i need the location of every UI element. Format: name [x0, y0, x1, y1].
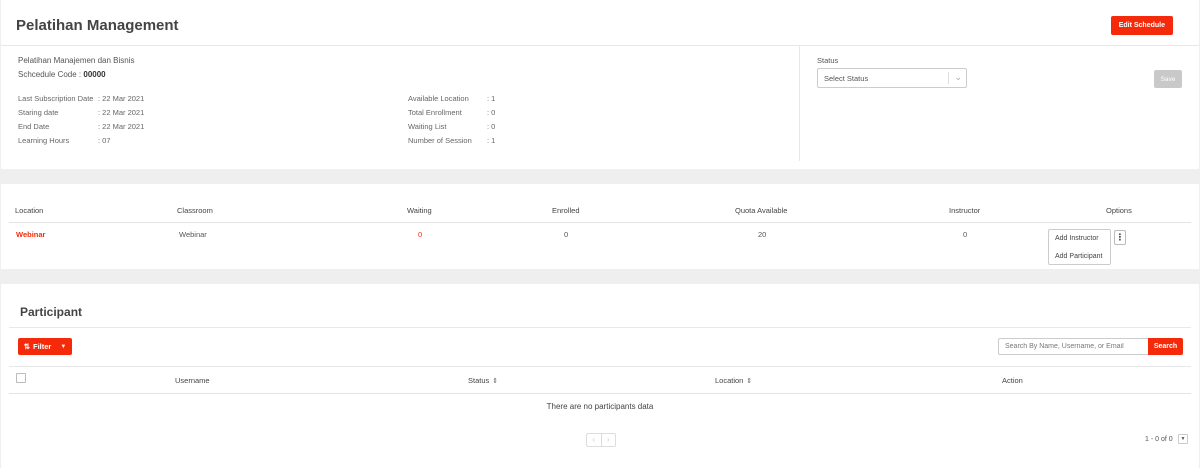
participant-card: Participant ⇅ Filter ▼ Search Username S…: [1, 284, 1199, 468]
schedule-code: Schcedule Code : 00000: [18, 70, 106, 79]
chevron-down-icon: ⌄: [954, 72, 962, 82]
info-value: : 22 Mar 2021: [98, 108, 145, 117]
schedule-code-value: 00000: [83, 70, 106, 79]
menu-item-add-instructor[interactable]: Add Instructor: [1055, 235, 1099, 242]
col-action: Action: [1002, 376, 1023, 385]
info-label: Learning Hours: [18, 136, 70, 145]
info-label: Available Location: [408, 94, 469, 103]
page-title: Pelatihan Management: [16, 17, 179, 34]
info-value: : 0: [487, 122, 496, 131]
schedule-detail-card: Pelatihan Management Edit Schedule Pelat…: [1, 0, 1199, 169]
select-all-checkbox[interactable]: [16, 373, 26, 383]
info-label: Staring date: [18, 108, 59, 117]
divider: [9, 222, 1191, 223]
instructor-value: 0: [963, 230, 968, 239]
info-label: Number of Session: [408, 136, 472, 145]
divider: [9, 327, 1191, 328]
info-label: Total Enrollment: [408, 108, 462, 117]
pagination: ‹ ›: [586, 433, 616, 447]
col-location-label: Location: [715, 376, 744, 385]
filter-icon: ⇅: [23, 342, 30, 351]
col-location: Location: [15, 206, 44, 215]
col-instructor: Instructor: [949, 206, 981, 215]
caret-down-icon: ▼: [60, 343, 67, 350]
filter-button-label: Filter: [33, 342, 52, 351]
waiting-count-link[interactable]: 0: [418, 230, 422, 239]
location-link[interactable]: Webinar: [16, 230, 45, 239]
search-button[interactable]: Search: [1148, 338, 1183, 355]
quota-value: 20: [758, 230, 767, 239]
info-value: : 07: [98, 136, 111, 145]
schedule-code-label: Schcedule Code :: [18, 70, 84, 79]
info-label: Last Subscription Date: [18, 94, 94, 103]
location-card: Location Classroom Waiting Enrolled Quot…: [1, 184, 1199, 269]
sort-icon: ⇕: [746, 378, 753, 385]
edit-schedule-button[interactable]: Edit Schedule: [1110, 16, 1173, 35]
info-label: End Date: [18, 122, 50, 131]
divider-vertical: [799, 45, 800, 161]
status-select-placeholder: Select Status: [824, 74, 869, 83]
course-name: Pelatihan Manajemen dan Bisnis: [18, 56, 135, 65]
col-username: Username: [175, 376, 210, 385]
info-value: : 22 Mar 2021: [98, 94, 145, 103]
status-label: Status: [817, 56, 839, 65]
status-select[interactable]: Select Status ⌄: [817, 68, 967, 88]
divider: [9, 366, 1191, 367]
chevron-left-icon[interactable]: ‹: [587, 434, 601, 446]
page-size-dropdown[interactable]: ▼: [1178, 434, 1188, 444]
select-separator: [948, 72, 949, 84]
divider: [9, 393, 1191, 394]
more-vertical-icon[interactable]: ⋮: [1114, 230, 1126, 245]
chevron-right-icon[interactable]: ›: [600, 434, 616, 446]
classroom-value: Webinar: [179, 230, 207, 239]
info-value: : 0: [487, 108, 496, 117]
filter-button[interactable]: ⇅ Filter ▼: [18, 338, 72, 355]
page-info: 1 - 0 of 0: [1145, 436, 1173, 443]
participant-title: Participant: [20, 305, 83, 319]
search-input[interactable]: [998, 338, 1148, 355]
info-value: : 22 Mar 2021: [98, 122, 145, 131]
col-quota-available: Quota Available: [735, 206, 788, 215]
empty-state-message: There are no participants data: [546, 402, 654, 411]
info-value: : 1: [487, 136, 496, 145]
col-options: Options: [1106, 206, 1132, 215]
col-enrolled: Enrolled: [552, 206, 580, 215]
info-label: Waiting List: [408, 122, 447, 131]
save-button[interactable]: Save: [1154, 70, 1182, 88]
menu-item-add-participant[interactable]: Add Participant: [1055, 253, 1102, 260]
col-status-label: Status: [468, 376, 490, 385]
sort-icon: ⇕: [492, 378, 499, 385]
options-menu: Add Instructor Add Participant: [1048, 229, 1111, 265]
col-classroom: Classroom: [177, 206, 213, 215]
col-waiting: Waiting: [407, 206, 432, 215]
col-location[interactable]: Location ⇕: [715, 376, 752, 385]
divider: [1, 45, 1199, 46]
col-status[interactable]: Status ⇕: [468, 376, 498, 385]
info-value: : 1: [487, 94, 496, 103]
enrolled-value: 0: [564, 230, 569, 239]
